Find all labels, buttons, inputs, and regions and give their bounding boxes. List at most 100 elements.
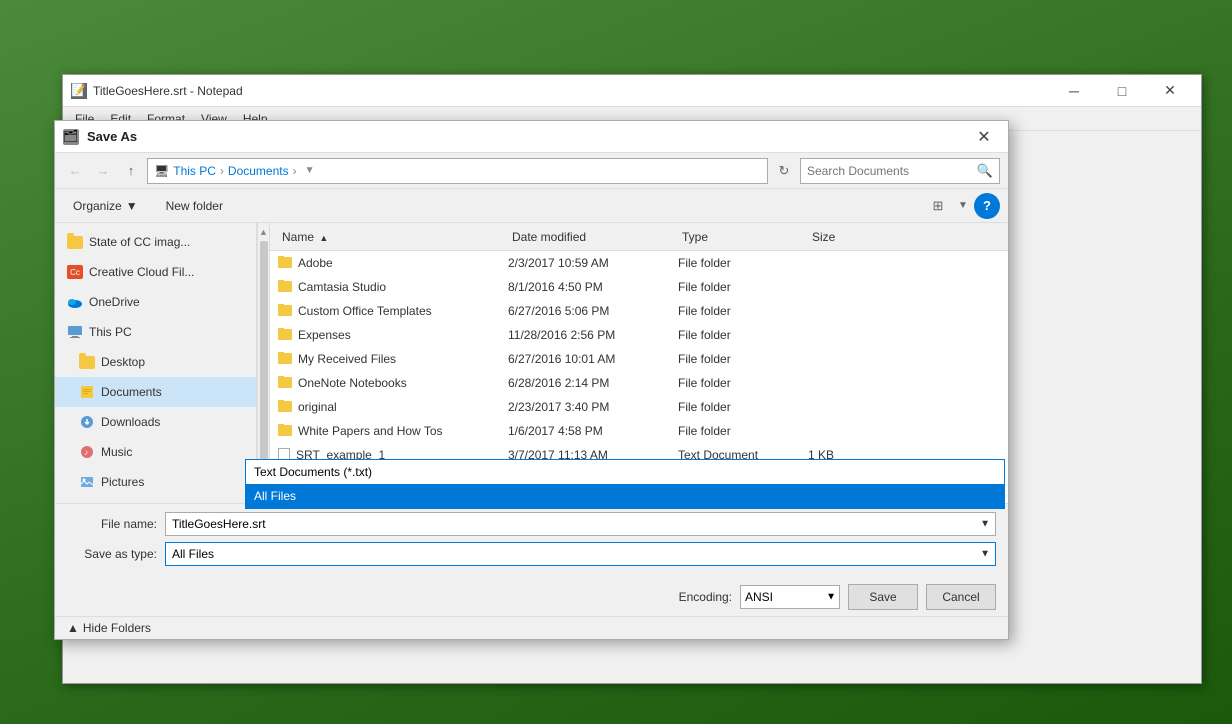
file-cell-date: 2/23/2017 3:40 PM — [508, 400, 678, 414]
file-cell-type: File folder — [678, 424, 808, 438]
notepad-maximize-button[interactable]: □ — [1099, 76, 1145, 106]
sidebar-item-music[interactable]: ♪ Music — [55, 437, 256, 467]
breadcrumb: This PC › Documents › — [173, 164, 296, 178]
savetype-dropdown-popup: Text Documents (*.txt) All Files — [245, 459, 1005, 509]
sidebar-thispc-label: This PC — [89, 325, 132, 339]
savetype-wrapper: Text Documents (*.txt) All Files ▼ — [165, 542, 996, 566]
sidebar-item-desktop[interactable]: Desktop — [55, 347, 256, 377]
file-cell-type: File folder — [678, 256, 808, 270]
hide-folders-button[interactable]: ▲ Hide Folders — [67, 621, 151, 635]
encoding-select-wrapper: ANSI ▼ — [740, 585, 840, 609]
file-cell-name: Camtasia Studio — [278, 280, 508, 294]
sidebar-item-downloads[interactable]: Downloads — [55, 407, 256, 437]
file-cell-date: 6/27/2016 10:01 AM — [508, 352, 678, 366]
file-cell-type: File folder — [678, 352, 808, 366]
folder-icon — [278, 281, 292, 292]
sidebar-scroll-up[interactable]: ▲ — [259, 225, 269, 239]
organize-button[interactable]: Organize ▼ — [63, 196, 148, 216]
sidebar-item-onedrive[interactable]: OneDrive — [55, 287, 256, 317]
dropdown-option-all[interactable]: All Files — [246, 484, 1004, 508]
cancel-button[interactable]: Cancel — [926, 584, 996, 610]
notepad-app-icon: 📝 — [71, 83, 87, 99]
sidebar-item-creative-cloud[interactable]: Cc Creative Cloud Fil... — [55, 257, 256, 287]
state-cc-icon — [67, 234, 83, 250]
hide-folders-label: Hide Folders — [83, 621, 151, 635]
save-button[interactable]: Save — [848, 584, 918, 610]
view-dropdown-button[interactable]: ▼ — [954, 193, 972, 219]
sort-arrow: ▲ — [319, 233, 328, 243]
file-cell-name: Expenses — [278, 328, 508, 342]
view-buttons: ⊞ ▼ ? — [924, 193, 1000, 219]
table-row[interactable]: Camtasia Studio 8/1/2016 4:50 PM File fo… — [270, 275, 1008, 299]
notepad-close-button[interactable]: ✕ — [1147, 76, 1193, 106]
sidebar-scroll-thumb — [260, 241, 268, 485]
sidebar-item-thispc[interactable]: This PC — [55, 317, 256, 347]
creative-cloud-icon: Cc — [67, 264, 83, 280]
savetype-label: Save as type: — [67, 547, 157, 561]
file-cell-name: White Papers and How Tos — [278, 424, 508, 438]
savetype-select[interactable]: Text Documents (*.txt) All Files — [165, 542, 996, 566]
column-header-type[interactable]: Type — [678, 230, 808, 244]
refresh-button[interactable]: ↻ — [772, 159, 796, 183]
table-row[interactable]: White Papers and How Tos 1/6/2017 4:58 P… — [270, 419, 1008, 443]
file-cell-type: File folder — [678, 328, 808, 342]
back-button[interactable]: ← — [63, 159, 87, 183]
hide-folders-icon: ▲ — [67, 621, 79, 635]
search-input[interactable] — [807, 164, 973, 178]
folder-icon — [278, 425, 292, 436]
sidebar-music-label: Music — [101, 445, 132, 459]
new-folder-button[interactable]: New folder — [156, 196, 233, 216]
table-row[interactable]: original 2/23/2017 3:40 PM File folder — [270, 395, 1008, 419]
filename-input[interactable] — [165, 512, 996, 536]
folder-icon — [278, 257, 292, 268]
encoding-select[interactable]: ANSI — [740, 585, 840, 609]
column-header-date[interactable]: Date modified — [508, 230, 678, 244]
column-header-name[interactable]: Name ▲ — [278, 230, 508, 244]
encoding-label: Encoding: — [679, 590, 732, 604]
dialog-close-button[interactable]: ✕ — [968, 122, 1000, 152]
dropdown-option-txt[interactable]: Text Documents (*.txt) — [246, 460, 1004, 484]
notepad-title: TitleGoesHere.srt - Notepad — [93, 84, 1051, 98]
file-cell-date: 2/3/2017 10:59 AM — [508, 256, 678, 270]
table-row[interactable]: Adobe 2/3/2017 10:59 AM File folder — [270, 251, 1008, 275]
file-cell-name: My Received Files — [278, 352, 508, 366]
breadcrumb-thispc[interactable]: This PC — [173, 164, 216, 178]
dialog-icon: 🗂 — [63, 129, 79, 145]
file-cell-type: File folder — [678, 400, 808, 414]
file-cell-date: 8/1/2016 4:50 PM — [508, 280, 678, 294]
sidebar-item-state-cc[interactable]: State of CC imag... — [55, 227, 256, 257]
sidebar-item-documents[interactable]: Documents — [55, 377, 256, 407]
column-size-label: Size — [812, 230, 835, 244]
column-type-label: Type — [682, 230, 708, 244]
table-row[interactable]: OneNote Notebooks 6/28/2016 2:14 PM File… — [270, 371, 1008, 395]
column-header-size[interactable]: Size — [808, 230, 888, 244]
filename-wrapper: ▼ — [165, 512, 996, 536]
table-row[interactable]: Custom Office Templates 6/27/2016 5:06 P… — [270, 299, 1008, 323]
organize-dropdown-icon: ▼ — [126, 199, 138, 213]
sidebar-documents-label: Documents — [101, 385, 162, 399]
notepad-minimize-button[interactable]: ─ — [1051, 76, 1097, 106]
sidebar-state-cc-label: State of CC imag... — [89, 235, 190, 249]
search-button[interactable]: 🔍 — [977, 163, 993, 179]
thispc-icon — [67, 324, 83, 340]
sidebar-onedrive-label: OneDrive — [89, 295, 140, 309]
column-name-label: Name — [282, 230, 314, 244]
hide-folders-row: ▲ Hide Folders — [55, 616, 1008, 639]
up-button[interactable]: ↑ — [119, 159, 143, 183]
table-row[interactable]: My Received Files 6/27/2016 10:01 AM Fil… — [270, 347, 1008, 371]
breadcrumb-documents[interactable]: Documents — [228, 164, 289, 178]
organize-label: Organize — [73, 199, 122, 213]
column-date-label: Date modified — [512, 230, 586, 244]
notepad-titlebar: 📝 TitleGoesHere.srt - Notepad ─ □ ✕ — [63, 75, 1201, 107]
downloads-icon — [79, 414, 95, 430]
pictures-icon — [79, 474, 95, 490]
forward-button[interactable]: → — [91, 159, 115, 183]
dialog-title: Save As — [87, 129, 968, 144]
sidebar-item-pictures[interactable]: Pictures — [55, 467, 256, 497]
help-button[interactable]: ? — [974, 193, 1000, 219]
breadcrumb-sep2: › — [293, 164, 297, 178]
table-row[interactable]: Expenses 11/28/2016 2:56 PM File folder — [270, 323, 1008, 347]
address-expand-button[interactable]: ▼ — [301, 160, 319, 182]
view-toggle-button[interactable]: ⊞ — [924, 193, 952, 219]
dialog-titlebar: 🗂 Save As ✕ — [55, 121, 1008, 153]
